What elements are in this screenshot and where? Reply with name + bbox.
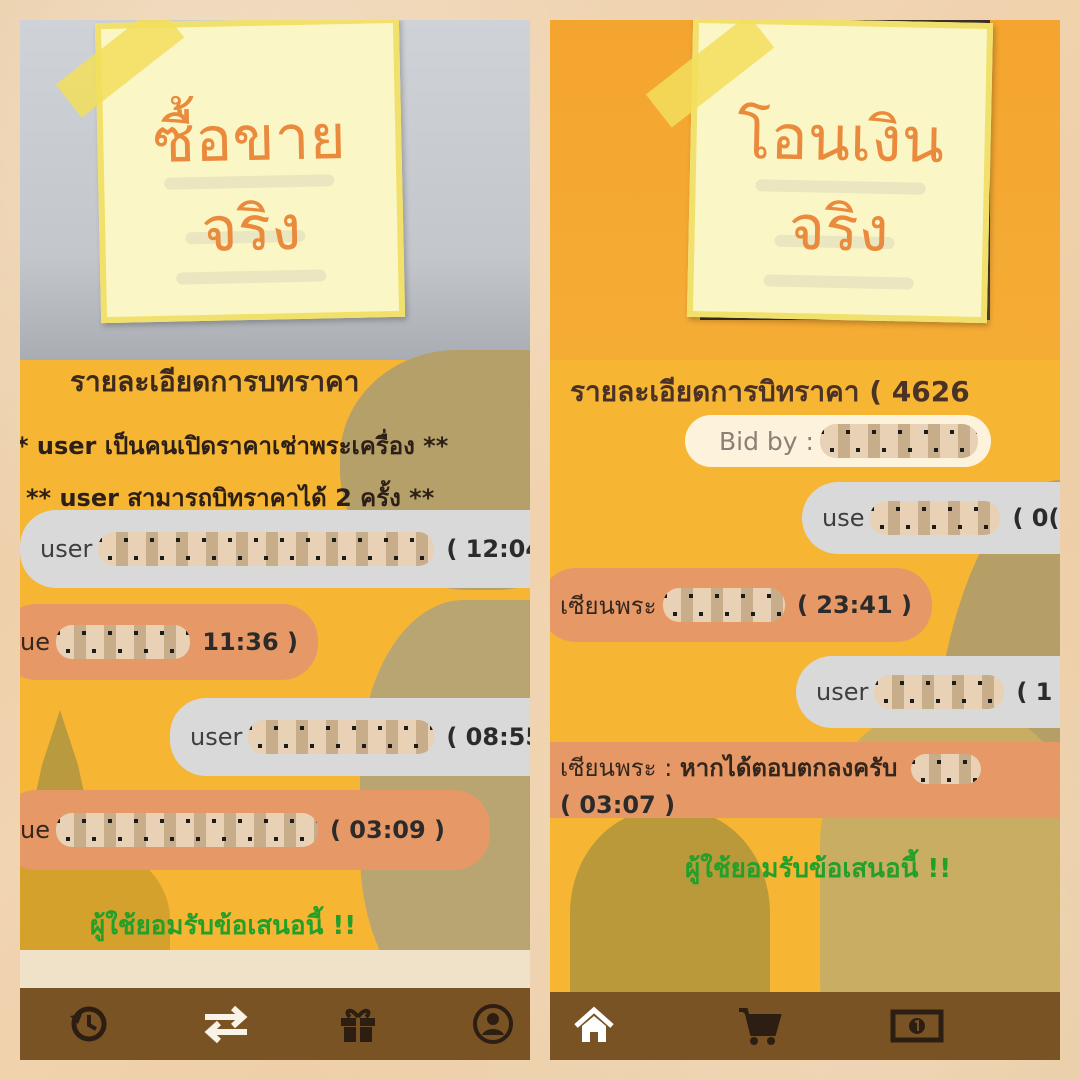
sender-name: use: [822, 504, 865, 532]
redacted-name: [662, 588, 785, 622]
sender-name: user: [190, 723, 243, 751]
rule-text: * user เป็นคนเปิดราคาเช่าพระเครื่อง **: [20, 432, 449, 460]
redacted-name: [55, 813, 318, 847]
cart-icon[interactable]: [736, 1004, 782, 1048]
page-title: รายละเอียดการบิทราคา ( 4626: [570, 375, 970, 408]
sender-name: user: [40, 535, 93, 563]
redacted-name: [248, 720, 435, 754]
bottom-nav: [550, 992, 1060, 1060]
chat-bubble: user ( 12:04: [20, 510, 530, 588]
home-icon[interactable]: [572, 1004, 616, 1048]
message-time: ( 12:04: [446, 535, 530, 563]
bid-by-label: Bid by :: [719, 426, 814, 456]
swap-icon[interactable]: [201, 1002, 247, 1046]
redacted-name: [911, 754, 982, 784]
sender-name: เซียนพระ :: [560, 754, 673, 782]
bottom-nav: [20, 988, 530, 1060]
sender-name: ue: [20, 816, 50, 844]
accepted-message: ผู้ใช้ยอมรับข้อเสนอนี้ !!: [90, 911, 357, 941]
redacted-name: [98, 532, 435, 566]
user-icon[interactable]: [471, 1002, 515, 1046]
bid-by-badge: Bid by :: [685, 415, 991, 467]
chat-bubble: user ( 1: [796, 656, 1060, 728]
note-text-line1: ซื้อขาย: [152, 99, 347, 178]
message-time: ( 08:55: [446, 723, 530, 751]
message-time: ( 03:09 ): [329, 816, 446, 844]
message-time: 11:36 ): [202, 628, 298, 656]
content-strip: [20, 950, 530, 990]
chat-bubble: เซียนพระ ( 23:41 ): [550, 568, 932, 642]
sender-name: user: [816, 678, 869, 706]
note-text-line1: โอนเงิน: [736, 99, 945, 178]
message-text: หากได้ตอบตกลงครับ: [679, 754, 898, 782]
note-text-line2: จริง: [788, 190, 890, 267]
note-text-line2: จริง: [200, 190, 302, 267]
redacted-name: [819, 424, 978, 458]
chat-bubble: use ( 0(: [802, 482, 1060, 554]
accepted-message: ผู้ใช้ยอมรับข้อเสนอนี้ !!: [685, 854, 952, 884]
sender-name: เซียนพระ: [560, 591, 657, 620]
redacted-name: [874, 675, 1005, 709]
page-title: รายละเอียดการบทราคา: [70, 365, 360, 398]
chat-bubble: เซียนพระ : หากได้ตอบตกลงครับ ( 03:07 ): [550, 742, 1060, 819]
left-screenshot: ซื้อขาย จริง รายละเอียดการบทราคา * user …: [20, 20, 530, 1060]
message-time: ( 03:07 ): [560, 791, 676, 819]
money-icon[interactable]: [890, 1004, 944, 1048]
chat-bubble: ue ( 03:09 ): [20, 790, 490, 870]
message-time: ( 0(: [1012, 504, 1060, 532]
chat-bubble: user ( 08:55: [170, 698, 530, 776]
chat-bubble: ue 11:36 ): [20, 604, 318, 680]
redacted-name: [55, 625, 191, 659]
right-screenshot: โอนเงิน จริง รายละเอียดการบิทราคา ( 4626…: [550, 20, 1060, 1060]
message-time: ( 1: [1016, 678, 1053, 706]
gift-icon[interactable]: [336, 1002, 380, 1046]
message-time: ( 23:41 ): [796, 591, 912, 619]
history-icon[interactable]: [66, 1002, 110, 1046]
sender-name: ue: [20, 628, 50, 656]
redacted-name: [870, 501, 1001, 535]
